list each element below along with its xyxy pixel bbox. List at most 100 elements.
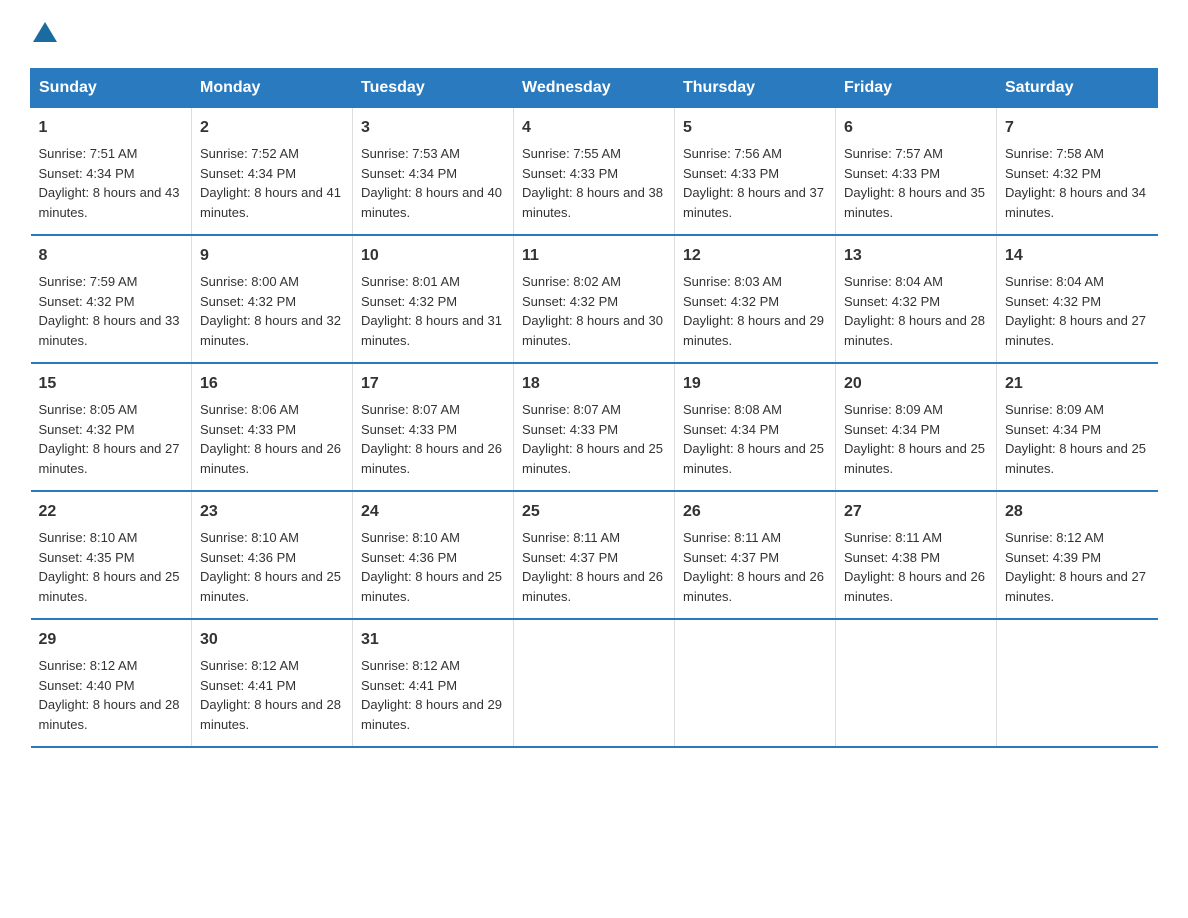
calendar-header-sunday: Sunday — [31, 69, 192, 108]
day-info: Sunrise: 8:11 AMSunset: 4:37 PMDaylight:… — [683, 530, 824, 604]
day-info: Sunrise: 7:58 AMSunset: 4:32 PMDaylight:… — [1005, 146, 1146, 220]
day-info: Sunrise: 8:12 AMSunset: 4:41 PMDaylight:… — [361, 658, 502, 732]
day-number: 20 — [844, 372, 988, 396]
day-number: 11 — [522, 244, 666, 268]
day-number: 31 — [361, 628, 505, 652]
day-number: 7 — [1005, 116, 1150, 140]
calendar-header-wednesday: Wednesday — [514, 69, 675, 108]
calendar-cell: 8 Sunrise: 7:59 AMSunset: 4:32 PMDayligh… — [31, 235, 192, 363]
calendar-cell: 9 Sunrise: 8:00 AMSunset: 4:32 PMDayligh… — [192, 235, 353, 363]
calendar-cell: 28 Sunrise: 8:12 AMSunset: 4:39 PMDaylig… — [997, 491, 1158, 619]
day-number: 18 — [522, 372, 666, 396]
day-info: Sunrise: 8:12 AMSunset: 4:40 PMDaylight:… — [39, 658, 180, 732]
day-info: Sunrise: 8:10 AMSunset: 4:36 PMDaylight:… — [361, 530, 502, 604]
day-info: Sunrise: 8:02 AMSunset: 4:32 PMDaylight:… — [522, 274, 663, 348]
calendar-week-row: 8 Sunrise: 7:59 AMSunset: 4:32 PMDayligh… — [31, 235, 1158, 363]
calendar-cell: 10 Sunrise: 8:01 AMSunset: 4:32 PMDaylig… — [353, 235, 514, 363]
day-number: 28 — [1005, 500, 1150, 524]
day-info: Sunrise: 7:53 AMSunset: 4:34 PMDaylight:… — [361, 146, 502, 220]
day-number: 3 — [361, 116, 505, 140]
day-info: Sunrise: 8:04 AMSunset: 4:32 PMDaylight:… — [844, 274, 985, 348]
day-number: 17 — [361, 372, 505, 396]
day-number: 13 — [844, 244, 988, 268]
day-info: Sunrise: 8:01 AMSunset: 4:32 PMDaylight:… — [361, 274, 502, 348]
day-number: 29 — [39, 628, 184, 652]
day-info: Sunrise: 8:11 AMSunset: 4:37 PMDaylight:… — [522, 530, 663, 604]
calendar-cell: 3 Sunrise: 7:53 AMSunset: 4:34 PMDayligh… — [353, 108, 514, 236]
day-info: Sunrise: 8:07 AMSunset: 4:33 PMDaylight:… — [522, 402, 663, 476]
calendar-cell: 16 Sunrise: 8:06 AMSunset: 4:33 PMDaylig… — [192, 363, 353, 491]
day-info: Sunrise: 8:09 AMSunset: 4:34 PMDaylight:… — [844, 402, 985, 476]
day-number: 21 — [1005, 372, 1150, 396]
day-info: Sunrise: 7:57 AMSunset: 4:33 PMDaylight:… — [844, 146, 985, 220]
calendar-cell: 24 Sunrise: 8:10 AMSunset: 4:36 PMDaylig… — [353, 491, 514, 619]
day-number: 5 — [683, 116, 827, 140]
calendar-cell: 31 Sunrise: 8:12 AMSunset: 4:41 PMDaylig… — [353, 619, 514, 747]
day-info: Sunrise: 7:55 AMSunset: 4:33 PMDaylight:… — [522, 146, 663, 220]
calendar-cell: 22 Sunrise: 8:10 AMSunset: 4:35 PMDaylig… — [31, 491, 192, 619]
calendar-header-monday: Monday — [192, 69, 353, 108]
day-number: 1 — [39, 116, 184, 140]
calendar-cell: 27 Sunrise: 8:11 AMSunset: 4:38 PMDaylig… — [836, 491, 997, 619]
calendar-week-row: 1 Sunrise: 7:51 AMSunset: 4:34 PMDayligh… — [31, 108, 1158, 236]
calendar-header-row: SundayMondayTuesdayWednesdayThursdayFrid… — [31, 69, 1158, 108]
day-number: 8 — [39, 244, 184, 268]
day-info: Sunrise: 8:12 AMSunset: 4:39 PMDaylight:… — [1005, 530, 1146, 604]
day-number: 4 — [522, 116, 666, 140]
day-number: 24 — [361, 500, 505, 524]
calendar-cell — [997, 619, 1158, 747]
day-info: Sunrise: 8:10 AMSunset: 4:36 PMDaylight:… — [200, 530, 341, 604]
calendar-week-row: 22 Sunrise: 8:10 AMSunset: 4:35 PMDaylig… — [31, 491, 1158, 619]
calendar-cell: 30 Sunrise: 8:12 AMSunset: 4:41 PMDaylig… — [192, 619, 353, 747]
day-number: 16 — [200, 372, 344, 396]
day-number: 14 — [1005, 244, 1150, 268]
day-info: Sunrise: 8:10 AMSunset: 4:35 PMDaylight:… — [39, 530, 180, 604]
day-info: Sunrise: 8:00 AMSunset: 4:32 PMDaylight:… — [200, 274, 341, 348]
calendar-cell: 29 Sunrise: 8:12 AMSunset: 4:40 PMDaylig… — [31, 619, 192, 747]
calendar-cell — [514, 619, 675, 747]
day-number: 30 — [200, 628, 344, 652]
calendar-cell: 12 Sunrise: 8:03 AMSunset: 4:32 PMDaylig… — [675, 235, 836, 363]
calendar-cell: 15 Sunrise: 8:05 AMSunset: 4:32 PMDaylig… — [31, 363, 192, 491]
calendar-week-row: 29 Sunrise: 8:12 AMSunset: 4:40 PMDaylig… — [31, 619, 1158, 747]
day-info: Sunrise: 8:03 AMSunset: 4:32 PMDaylight:… — [683, 274, 824, 348]
calendar-cell: 13 Sunrise: 8:04 AMSunset: 4:32 PMDaylig… — [836, 235, 997, 363]
day-info: Sunrise: 7:56 AMSunset: 4:33 PMDaylight:… — [683, 146, 824, 220]
logo-icon — [31, 20, 59, 48]
calendar-cell: 14 Sunrise: 8:04 AMSunset: 4:32 PMDaylig… — [997, 235, 1158, 363]
calendar-header-tuesday: Tuesday — [353, 69, 514, 108]
day-number: 9 — [200, 244, 344, 268]
calendar-cell: 19 Sunrise: 8:08 AMSunset: 4:34 PMDaylig… — [675, 363, 836, 491]
day-info: Sunrise: 7:52 AMSunset: 4:34 PMDaylight:… — [200, 146, 341, 220]
calendar-cell: 25 Sunrise: 8:11 AMSunset: 4:37 PMDaylig… — [514, 491, 675, 619]
calendar-cell: 18 Sunrise: 8:07 AMSunset: 4:33 PMDaylig… — [514, 363, 675, 491]
calendar-week-row: 15 Sunrise: 8:05 AMSunset: 4:32 PMDaylig… — [31, 363, 1158, 491]
calendar-cell: 26 Sunrise: 8:11 AMSunset: 4:37 PMDaylig… — [675, 491, 836, 619]
calendar-cell — [675, 619, 836, 747]
calendar-cell: 5 Sunrise: 7:56 AMSunset: 4:33 PMDayligh… — [675, 108, 836, 236]
calendar-cell: 2 Sunrise: 7:52 AMSunset: 4:34 PMDayligh… — [192, 108, 353, 236]
day-number: 6 — [844, 116, 988, 140]
day-number: 26 — [683, 500, 827, 524]
day-info: Sunrise: 7:59 AMSunset: 4:32 PMDaylight:… — [39, 274, 180, 348]
day-number: 12 — [683, 244, 827, 268]
day-number: 23 — [200, 500, 344, 524]
calendar-cell: 6 Sunrise: 7:57 AMSunset: 4:33 PMDayligh… — [836, 108, 997, 236]
calendar-cell: 21 Sunrise: 8:09 AMSunset: 4:34 PMDaylig… — [997, 363, 1158, 491]
calendar-header-friday: Friday — [836, 69, 997, 108]
day-info: Sunrise: 8:09 AMSunset: 4:34 PMDaylight:… — [1005, 402, 1146, 476]
calendar-cell: 4 Sunrise: 7:55 AMSunset: 4:33 PMDayligh… — [514, 108, 675, 236]
day-info: Sunrise: 8:05 AMSunset: 4:32 PMDaylight:… — [39, 402, 180, 476]
calendar-cell: 17 Sunrise: 8:07 AMSunset: 4:33 PMDaylig… — [353, 363, 514, 491]
calendar-table: SundayMondayTuesdayWednesdayThursdayFrid… — [30, 68, 1158, 748]
day-info: Sunrise: 8:08 AMSunset: 4:34 PMDaylight:… — [683, 402, 824, 476]
day-info: Sunrise: 7:51 AMSunset: 4:34 PMDaylight:… — [39, 146, 180, 220]
calendar-cell: 23 Sunrise: 8:10 AMSunset: 4:36 PMDaylig… — [192, 491, 353, 619]
day-number: 15 — [39, 372, 184, 396]
day-info: Sunrise: 8:04 AMSunset: 4:32 PMDaylight:… — [1005, 274, 1146, 348]
header — [30, 20, 1158, 48]
day-info: Sunrise: 8:07 AMSunset: 4:33 PMDaylight:… — [361, 402, 502, 476]
day-number: 19 — [683, 372, 827, 396]
day-number: 22 — [39, 500, 184, 524]
calendar-cell: 11 Sunrise: 8:02 AMSunset: 4:32 PMDaylig… — [514, 235, 675, 363]
